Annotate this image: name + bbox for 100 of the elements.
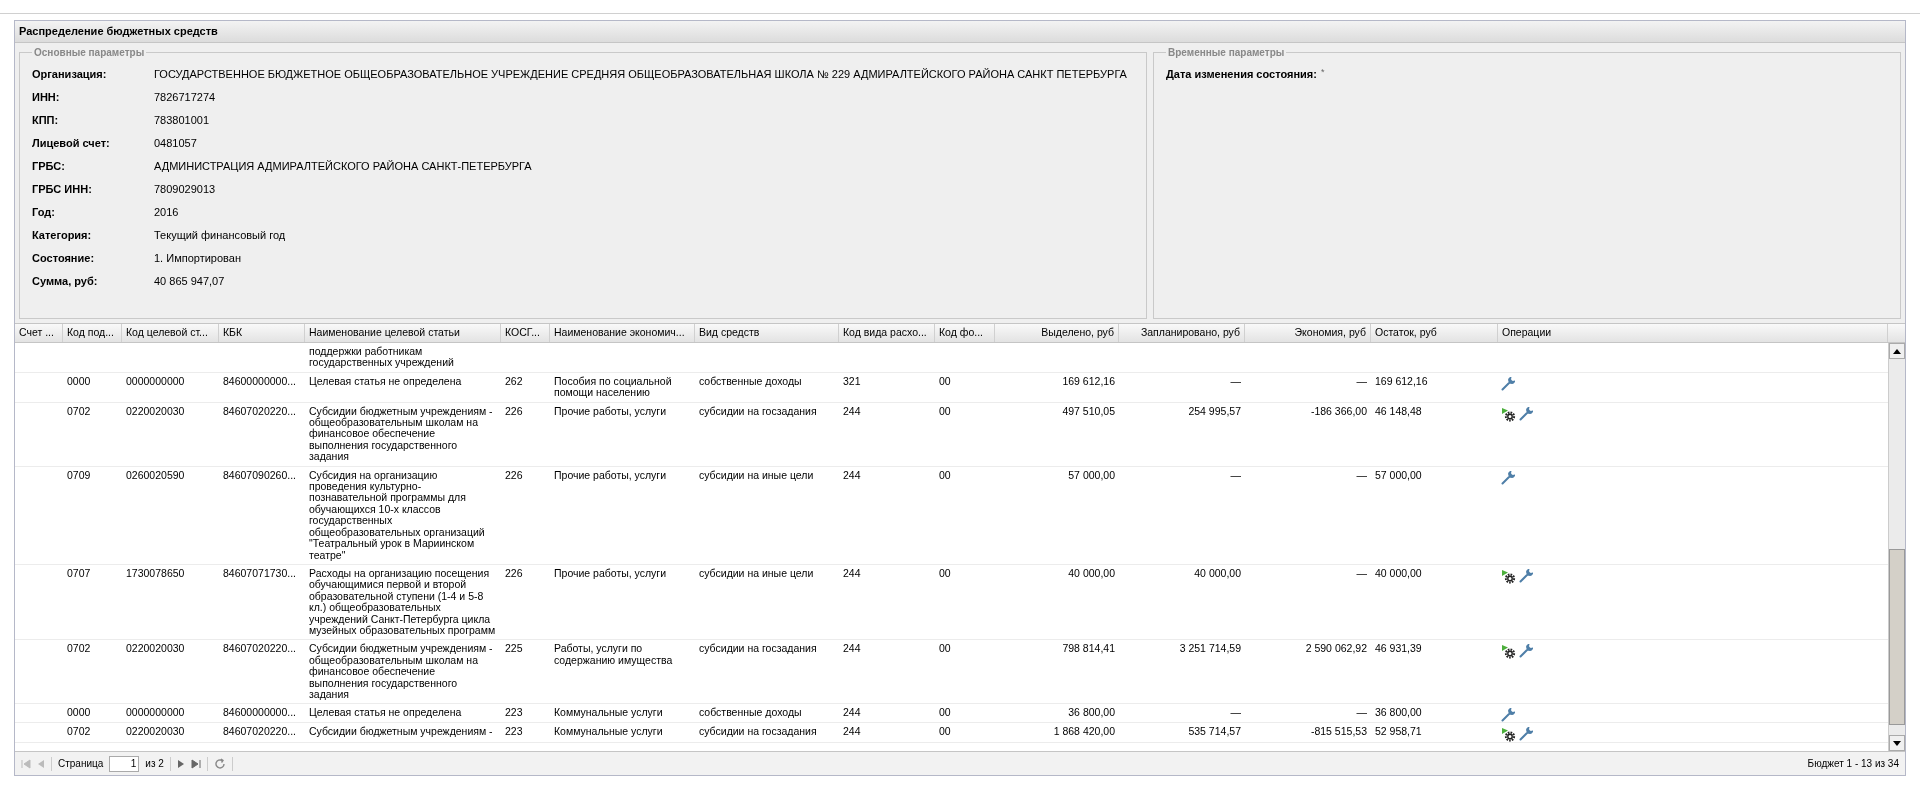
wrench-icon[interactable] bbox=[1519, 644, 1533, 659]
panel-title: Распределение бюджетных средств bbox=[19, 24, 218, 40]
table-cell: 0702 bbox=[67, 642, 91, 655]
table-cell: 0260020590 bbox=[126, 468, 185, 481]
page-input[interactable]: 1 bbox=[109, 755, 140, 772]
table-cell: 0220020030 bbox=[126, 404, 185, 417]
table-cell: 0709 bbox=[67, 468, 91, 481]
wrench-icon[interactable] bbox=[1501, 376, 1515, 391]
paging-summary: Бюджет 1 - 13 из 34 bbox=[1807, 757, 1899, 771]
table-cell: 254 995,57 bbox=[1188, 404, 1241, 417]
field-label: Год: bbox=[32, 205, 56, 220]
table-cell: Прочие работы, услуги bbox=[554, 566, 667, 579]
column-header[interactable]: Наименование целевой статьи bbox=[305, 324, 501, 342]
table-cell: 2 590 062,92 bbox=[1305, 642, 1367, 655]
field-label: Дата изменения состояния: bbox=[1166, 67, 1317, 82]
table-cell: 244 bbox=[843, 642, 861, 655]
field-value: 7826717274 bbox=[154, 90, 216, 105]
table-cell: 0000000000 bbox=[126, 374, 185, 387]
table-cell: 84600000000... bbox=[223, 706, 296, 719]
column-header[interactable]: Запланировано, руб bbox=[1119, 324, 1245, 342]
table-cell: 244 bbox=[843, 706, 861, 719]
field-value: 1. Импортирован bbox=[154, 251, 241, 266]
table-cell: 57 000,00 bbox=[1375, 468, 1422, 481]
table-cell: 244 bbox=[843, 725, 861, 738]
field-value: 40 865 947,07 bbox=[154, 274, 225, 289]
table-cell: 169 612,16 bbox=[1375, 374, 1428, 387]
required-mark: * bbox=[1320, 66, 1325, 79]
table-cell: 244 bbox=[843, 468, 861, 481]
column-header[interactable]: Код целевой ст... bbox=[122, 324, 219, 342]
wrench-icon[interactable] bbox=[1519, 727, 1533, 742]
table-cell: 36 800,00 bbox=[1068, 706, 1115, 719]
table-cell: 223 bbox=[505, 725, 523, 738]
table-cell: Расходы на организацию посещения обучающимися первой и второй образовательной ступени (1-4 и 5-8 кл.) общеобразовательных учреждений Санкт-Петербурга цикла музейных образовательных программ bbox=[309, 566, 496, 636]
table-cell: 0000 bbox=[67, 374, 91, 387]
field-label: Организация: bbox=[32, 67, 108, 82]
table-cell: Субсидия на организацию проведения культурно-познавательной программы для обучающихся 10-х классов государственных общеобразовательных организаций "Театральный урок в Мариинском театре" bbox=[309, 468, 485, 561]
table-cell: Прочие работы, услуги bbox=[554, 404, 667, 417]
table-cell: 52 958,71 bbox=[1375, 725, 1422, 738]
table-cell: Коммунальные услуги bbox=[554, 706, 663, 719]
table-cell: Целевая статья не определена bbox=[309, 374, 462, 387]
table-cell: 00 bbox=[939, 706, 951, 719]
table-cell: 0000000000 bbox=[126, 706, 185, 719]
field-label: Категория: bbox=[32, 228, 93, 243]
wrench-icon[interactable] bbox=[1501, 470, 1515, 485]
table-cell: Субсидии бюджетным учреждениям - общеобразовательным школам на финансовое обеспечение выполнения государственного задания bbox=[309, 642, 493, 700]
wrench-icon[interactable] bbox=[1519, 568, 1533, 583]
gear-icon[interactable] bbox=[1501, 568, 1516, 584]
table-cell: 226 bbox=[505, 404, 523, 417]
table-cell: 244 bbox=[843, 404, 861, 417]
field-label: Состояние: bbox=[32, 251, 96, 266]
table-cell: 00 bbox=[939, 374, 951, 387]
table-cell: 84600000000... bbox=[223, 374, 296, 387]
column-header[interactable]: КБК bbox=[219, 324, 305, 342]
table-cell: 1 868 420,00 bbox=[1053, 725, 1115, 738]
gear-icon[interactable] bbox=[1501, 727, 1516, 743]
wrench-icon[interactable] bbox=[1519, 406, 1533, 421]
next-page-icon[interactable] bbox=[176, 758, 185, 769]
table-cell: 535 714,57 bbox=[1188, 725, 1241, 738]
gear-icon[interactable] bbox=[1501, 644, 1516, 660]
scroll-thumb[interactable] bbox=[1889, 549, 1905, 725]
scrollbar[interactable] bbox=[1888, 343, 1905, 751]
table-cell: 0707 bbox=[67, 566, 91, 579]
column-header[interactable]: КОСГ... bbox=[501, 324, 550, 342]
field-label: ГРБС: bbox=[32, 159, 66, 174]
table-cell: 225 bbox=[505, 642, 523, 655]
column-header[interactable]: Вид средств bbox=[695, 324, 839, 342]
field-value: 0481057 bbox=[154, 136, 197, 151]
column-header[interactable]: Код под... bbox=[63, 324, 122, 342]
column-header[interactable]: Код вида расхо... bbox=[839, 324, 935, 342]
field-label: Сумма, руб: bbox=[32, 274, 99, 289]
table-cell: — bbox=[1356, 374, 1367, 387]
table-cell: 223 bbox=[505, 706, 523, 719]
group-legend: Основные параметры bbox=[32, 45, 147, 60]
gear-icon[interactable] bbox=[1501, 406, 1516, 422]
column-header[interactable]: Операции bbox=[1498, 324, 1888, 342]
last-page-icon[interactable] bbox=[190, 758, 201, 769]
table-cell: 00 bbox=[939, 725, 951, 738]
table-cell: 244 bbox=[843, 566, 861, 579]
table-cell: 497 510,05 bbox=[1062, 404, 1115, 417]
refresh-icon[interactable] bbox=[213, 757, 226, 770]
page-count: из 2 bbox=[145, 757, 164, 771]
table-cell: 84607020220... bbox=[223, 642, 296, 655]
table-cell: 46 931,39 bbox=[1375, 642, 1422, 655]
field-value: 783801001 bbox=[154, 113, 210, 128]
column-header[interactable]: Остаток, руб bbox=[1371, 324, 1498, 342]
table-cell: -815 515,53 bbox=[1310, 725, 1367, 738]
wrench-icon[interactable] bbox=[1501, 708, 1515, 723]
table-cell: 798 814,41 bbox=[1062, 642, 1115, 655]
table-cell: Пособия по социальной помощи населению bbox=[554, 374, 672, 399]
column-header[interactable]: Счет ... bbox=[15, 324, 63, 342]
column-header[interactable]: Выделено, руб bbox=[995, 324, 1119, 342]
table-cell: Целевая статья не определена bbox=[309, 706, 462, 719]
table-cell: Работы, услуги по содержанию имущества bbox=[554, 642, 673, 666]
column-header[interactable]: Экономия, руб bbox=[1245, 324, 1371, 342]
field-value: 2016 bbox=[154, 205, 179, 220]
table-cell: -186 366,00 bbox=[1310, 404, 1367, 417]
column-header[interactable]: Код фо... bbox=[935, 324, 995, 342]
table-cell: — bbox=[1356, 566, 1367, 579]
table-cell: 0702 bbox=[67, 725, 91, 738]
column-header[interactable]: Наименование экономич... bbox=[550, 324, 695, 342]
